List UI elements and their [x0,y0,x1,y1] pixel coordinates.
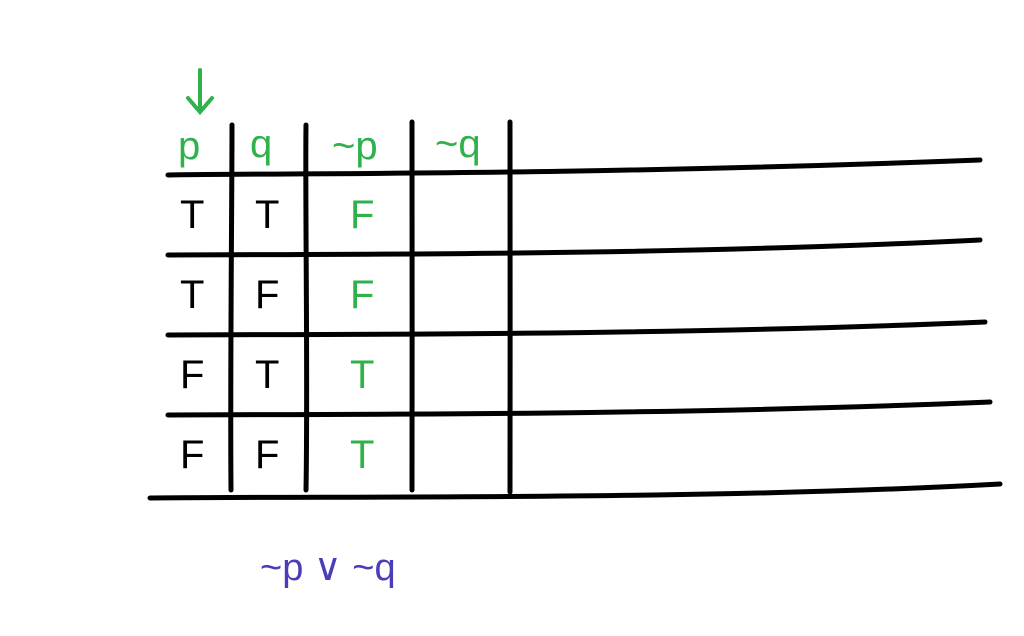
cell-r2-p: T [180,275,204,315]
header-not-q: ~q [435,124,481,164]
cell-r4-p: F [180,435,204,475]
cell-r4-q: F [255,435,279,475]
cell-r1-q: T [255,195,279,235]
bottom-expression: ~p ∨ ~q [260,545,396,590]
cell-r1-p: T [180,195,204,235]
cell-r4-notp: T [350,435,374,475]
header-not-p: ~p [332,126,378,166]
cell-r3-q: T [255,355,279,395]
cell-r1-notp: F [350,195,374,235]
cell-r3-p: F [180,355,204,395]
header-p: p [178,126,200,166]
cell-r2-notp: F [350,275,374,315]
header-q: q [250,124,272,164]
table-grid [60,60,1024,636]
cell-r3-notp: T [350,355,374,395]
cell-r2-q: F [255,275,279,315]
truth-table: p q ~p ~q T T F T F F F T T F F T [60,60,960,480]
